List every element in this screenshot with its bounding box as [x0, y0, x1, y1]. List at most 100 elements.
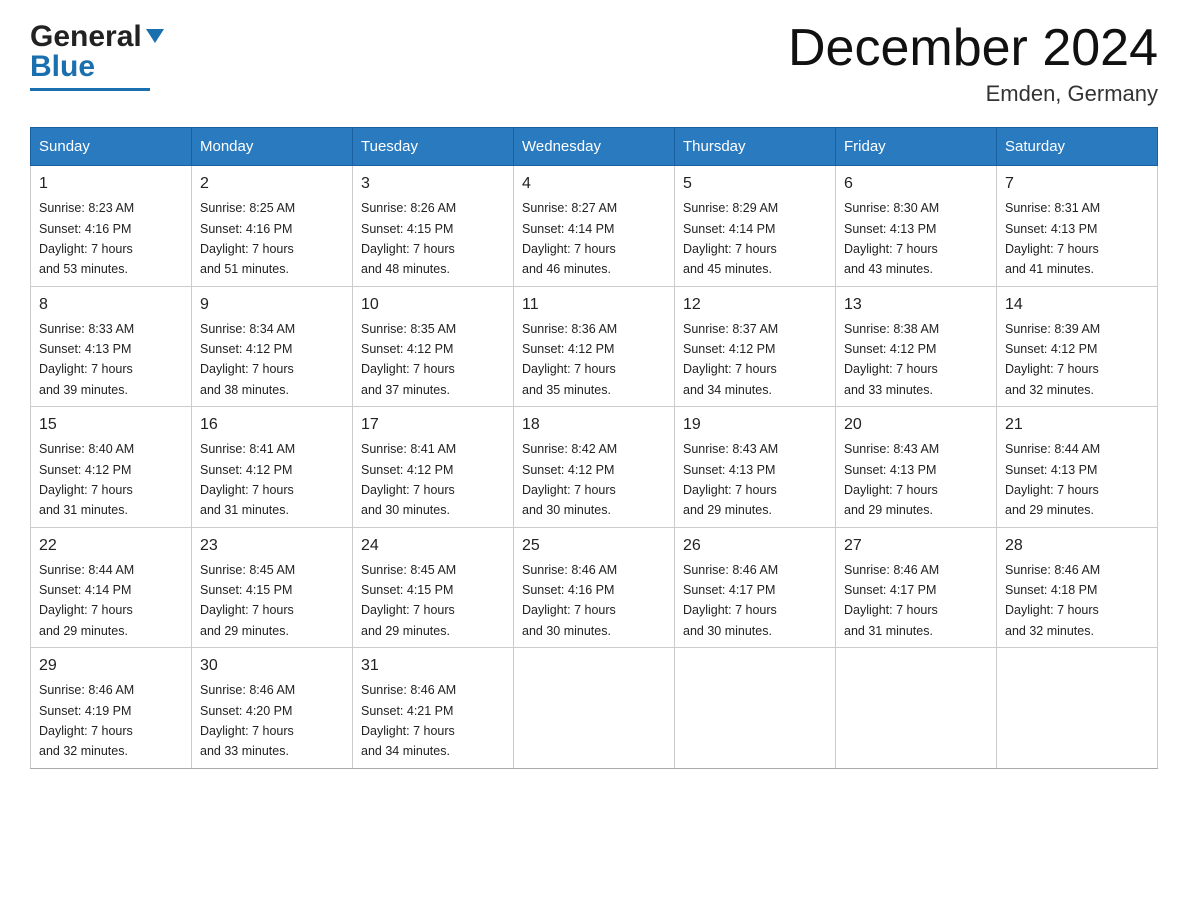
day-info: Sunrise: 8:36 AMSunset: 4:12 PMDaylight:… — [522, 322, 617, 397]
day-info: Sunrise: 8:27 AMSunset: 4:14 PMDaylight:… — [522, 201, 617, 276]
calendar-cell: 14 Sunrise: 8:39 AMSunset: 4:12 PMDayligh… — [997, 286, 1158, 407]
calendar-cell: 3Sunrise: 8:26 AMSunset: 4:15 PMDaylight… — [353, 166, 514, 287]
day-number: 7 — [1005, 172, 1149, 196]
day-info: Sunrise: 8:45 AMSunset: 4:15 PMDaylight:… — [361, 563, 456, 638]
day-info: Sunrise: 8:41 AMSunset: 4:12 PMDaylight:… — [200, 442, 295, 517]
day-info: Sunrise: 8:31 AMSunset: 4:13 PMDaylight:… — [1005, 201, 1100, 276]
day-info: Sunrise: 8:30 AMSunset: 4:13 PMDaylight:… — [844, 201, 939, 276]
day-number: 15 — [39, 413, 183, 437]
calendar-cell: 18Sunrise: 8:42 AMSunset: 4:12 PMDayligh… — [514, 407, 675, 528]
header-thursday: Thursday — [675, 128, 836, 166]
day-number: 21 — [1005, 413, 1149, 437]
calendar-cell: 21Sunrise: 8:44 AMSunset: 4:13 PMDayligh… — [997, 407, 1158, 528]
day-number: 27 — [844, 534, 988, 558]
calendar-cell: 17 Sunrise: 8:41 AMSunset: 4:12 PMDayligh… — [353, 407, 514, 528]
calendar-cell: 25 Sunrise: 8:46 AMSunset: 4:16 PMDayligh… — [514, 527, 675, 648]
calendar-cell: 11 Sunrise: 8:36 AMSunset: 4:12 PMDayligh… — [514, 286, 675, 407]
week-row-3: 15 Sunrise: 8:40 AMSunset: 4:12 PMDayligh… — [31, 407, 1158, 528]
page-header: General Blue December 2024 Emden, German… — [30, 20, 1158, 107]
day-info: Sunrise: 8:40 AMSunset: 4:12 PMDaylight:… — [39, 442, 134, 517]
calendar-cell: 12 Sunrise: 8:37 AMSunset: 4:12 PMDayligh… — [675, 286, 836, 407]
day-number: 11 — [522, 293, 666, 317]
day-number: 3 — [361, 172, 505, 196]
calendar-cell — [675, 648, 836, 769]
day-number: 8 — [39, 293, 183, 317]
week-row-4: 22Sunrise: 8:44 AMSunset: 4:14 PMDayligh… — [31, 527, 1158, 648]
calendar-cell: 31Sunrise: 8:46 AMSunset: 4:21 PMDayligh… — [353, 648, 514, 769]
calendar-cell: 5 Sunrise: 8:29 AMSunset: 4:14 PMDaylight… — [675, 166, 836, 287]
day-number: 13 — [844, 293, 988, 317]
calendar-cell: 27 Sunrise: 8:46 AMSunset: 4:17 PMDayligh… — [836, 527, 997, 648]
calendar-cell: 20 Sunrise: 8:43 AMSunset: 4:13 PMDayligh… — [836, 407, 997, 528]
title-section: December 2024 Emden, Germany — [788, 20, 1158, 107]
day-info: Sunrise: 8:46 AMSunset: 4:21 PMDaylight:… — [361, 683, 456, 758]
calendar-cell: 10 Sunrise: 8:35 AMSunset: 4:12 PMDayligh… — [353, 286, 514, 407]
day-number: 28 — [1005, 534, 1149, 558]
header-friday: Friday — [836, 128, 997, 166]
calendar-cell: 29Sunrise: 8:46 AMSunset: 4:19 PMDayligh… — [31, 648, 192, 769]
header-monday: Monday — [192, 128, 353, 166]
calendar-cell: 28 Sunrise: 8:46 AMSunset: 4:18 PMDayligh… — [997, 527, 1158, 648]
day-number: 30 — [200, 654, 344, 678]
day-info: Sunrise: 8:46 AMSunset: 4:16 PMDaylight:… — [522, 563, 617, 638]
logo: General Blue — [30, 20, 166, 91]
day-info: Sunrise: 8:44 AMSunset: 4:14 PMDaylight:… — [39, 563, 134, 638]
day-number: 4 — [522, 172, 666, 196]
calendar-table: Sunday Monday Tuesday Wednesday Thursday… — [30, 127, 1158, 769]
day-number: 20 — [844, 413, 988, 437]
day-number: 9 — [200, 293, 344, 317]
day-number: 5 — [683, 172, 827, 196]
logo-general-text: General — [30, 20, 142, 54]
calendar-cell: 19Sunrise: 8:43 AMSunset: 4:13 PMDayligh… — [675, 407, 836, 528]
day-info: Sunrise: 8:43 AMSunset: 4:13 PMDaylight:… — [844, 442, 939, 517]
calendar-cell: 7 Sunrise: 8:31 AMSunset: 4:13 PMDaylight… — [997, 166, 1158, 287]
day-info: Sunrise: 8:46 AMSunset: 4:19 PMDaylight:… — [39, 683, 134, 758]
calendar-title: December 2024 — [788, 20, 1158, 77]
day-number: 16 — [200, 413, 344, 437]
header-tuesday: Tuesday — [353, 128, 514, 166]
calendar-cell: 6 Sunrise: 8:30 AMSunset: 4:13 PMDaylight… — [836, 166, 997, 287]
day-info: Sunrise: 8:46 AMSunset: 4:17 PMDaylight:… — [683, 563, 778, 638]
day-info: Sunrise: 8:35 AMSunset: 4:12 PMDaylight:… — [361, 322, 456, 397]
day-info: Sunrise: 8:38 AMSunset: 4:12 PMDaylight:… — [844, 322, 939, 397]
calendar-cell: 26Sunrise: 8:46 AMSunset: 4:17 PMDayligh… — [675, 527, 836, 648]
day-info: Sunrise: 8:46 AMSunset: 4:20 PMDaylight:… — [200, 683, 295, 758]
day-info: Sunrise: 8:23 AMSunset: 4:16 PMDaylight:… — [39, 201, 134, 276]
day-info: Sunrise: 8:46 AMSunset: 4:17 PMDaylight:… — [844, 563, 939, 638]
day-info: Sunrise: 8:33 AMSunset: 4:13 PMDaylight:… — [39, 322, 134, 397]
calendar-cell: 8 Sunrise: 8:33 AMSunset: 4:13 PMDaylight… — [31, 286, 192, 407]
week-row-1: 1 Sunrise: 8:23 AMSunset: 4:16 PMDaylight… — [31, 166, 1158, 287]
day-number: 12 — [683, 293, 827, 317]
day-info: Sunrise: 8:25 AMSunset: 4:16 PMDaylight:… — [200, 201, 295, 276]
day-number: 1 — [39, 172, 183, 196]
calendar-cell: 30 Sunrise: 8:46 AMSunset: 4:20 PMDayligh… — [192, 648, 353, 769]
day-number: 17 — [361, 413, 505, 437]
day-number: 23 — [200, 534, 344, 558]
calendar-cell — [836, 648, 997, 769]
calendar-cell: 2Sunrise: 8:25 AMSunset: 4:16 PMDaylight… — [192, 166, 353, 287]
day-number: 25 — [522, 534, 666, 558]
day-info: Sunrise: 8:43 AMSunset: 4:13 PMDaylight:… — [683, 442, 778, 517]
calendar-cell: 22Sunrise: 8:44 AMSunset: 4:14 PMDayligh… — [31, 527, 192, 648]
calendar-cell: 24Sunrise: 8:45 AMSunset: 4:15 PMDayligh… — [353, 527, 514, 648]
week-row-5: 29Sunrise: 8:46 AMSunset: 4:19 PMDayligh… — [31, 648, 1158, 769]
calendar-cell: 1 Sunrise: 8:23 AMSunset: 4:16 PMDaylight… — [31, 166, 192, 287]
week-row-2: 8 Sunrise: 8:33 AMSunset: 4:13 PMDaylight… — [31, 286, 1158, 407]
day-number: 6 — [844, 172, 988, 196]
calendar-cell — [997, 648, 1158, 769]
day-number: 10 — [361, 293, 505, 317]
calendar-cell: 23 Sunrise: 8:45 AMSunset: 4:15 PMDayligh… — [192, 527, 353, 648]
day-info: Sunrise: 8:34 AMSunset: 4:12 PMDaylight:… — [200, 322, 295, 397]
calendar-cell: 9 Sunrise: 8:34 AMSunset: 4:12 PMDaylight… — [192, 286, 353, 407]
day-number: 14 — [1005, 293, 1149, 317]
header-saturday: Saturday — [997, 128, 1158, 166]
day-info: Sunrise: 8:37 AMSunset: 4:12 PMDaylight:… — [683, 322, 778, 397]
weekday-header-row: Sunday Monday Tuesday Wednesday Thursday… — [31, 128, 1158, 166]
day-info: Sunrise: 8:45 AMSunset: 4:15 PMDaylight:… — [200, 563, 295, 638]
day-info: Sunrise: 8:46 AMSunset: 4:18 PMDaylight:… — [1005, 563, 1100, 638]
calendar-subtitle: Emden, Germany — [788, 81, 1158, 107]
calendar-cell: 13 Sunrise: 8:38 AMSunset: 4:12 PMDayligh… — [836, 286, 997, 407]
day-info: Sunrise: 8:39 AMSunset: 4:12 PMDaylight:… — [1005, 322, 1100, 397]
day-info: Sunrise: 8:29 AMSunset: 4:14 PMDaylight:… — [683, 201, 778, 276]
day-info: Sunrise: 8:41 AMSunset: 4:12 PMDaylight:… — [361, 442, 456, 517]
